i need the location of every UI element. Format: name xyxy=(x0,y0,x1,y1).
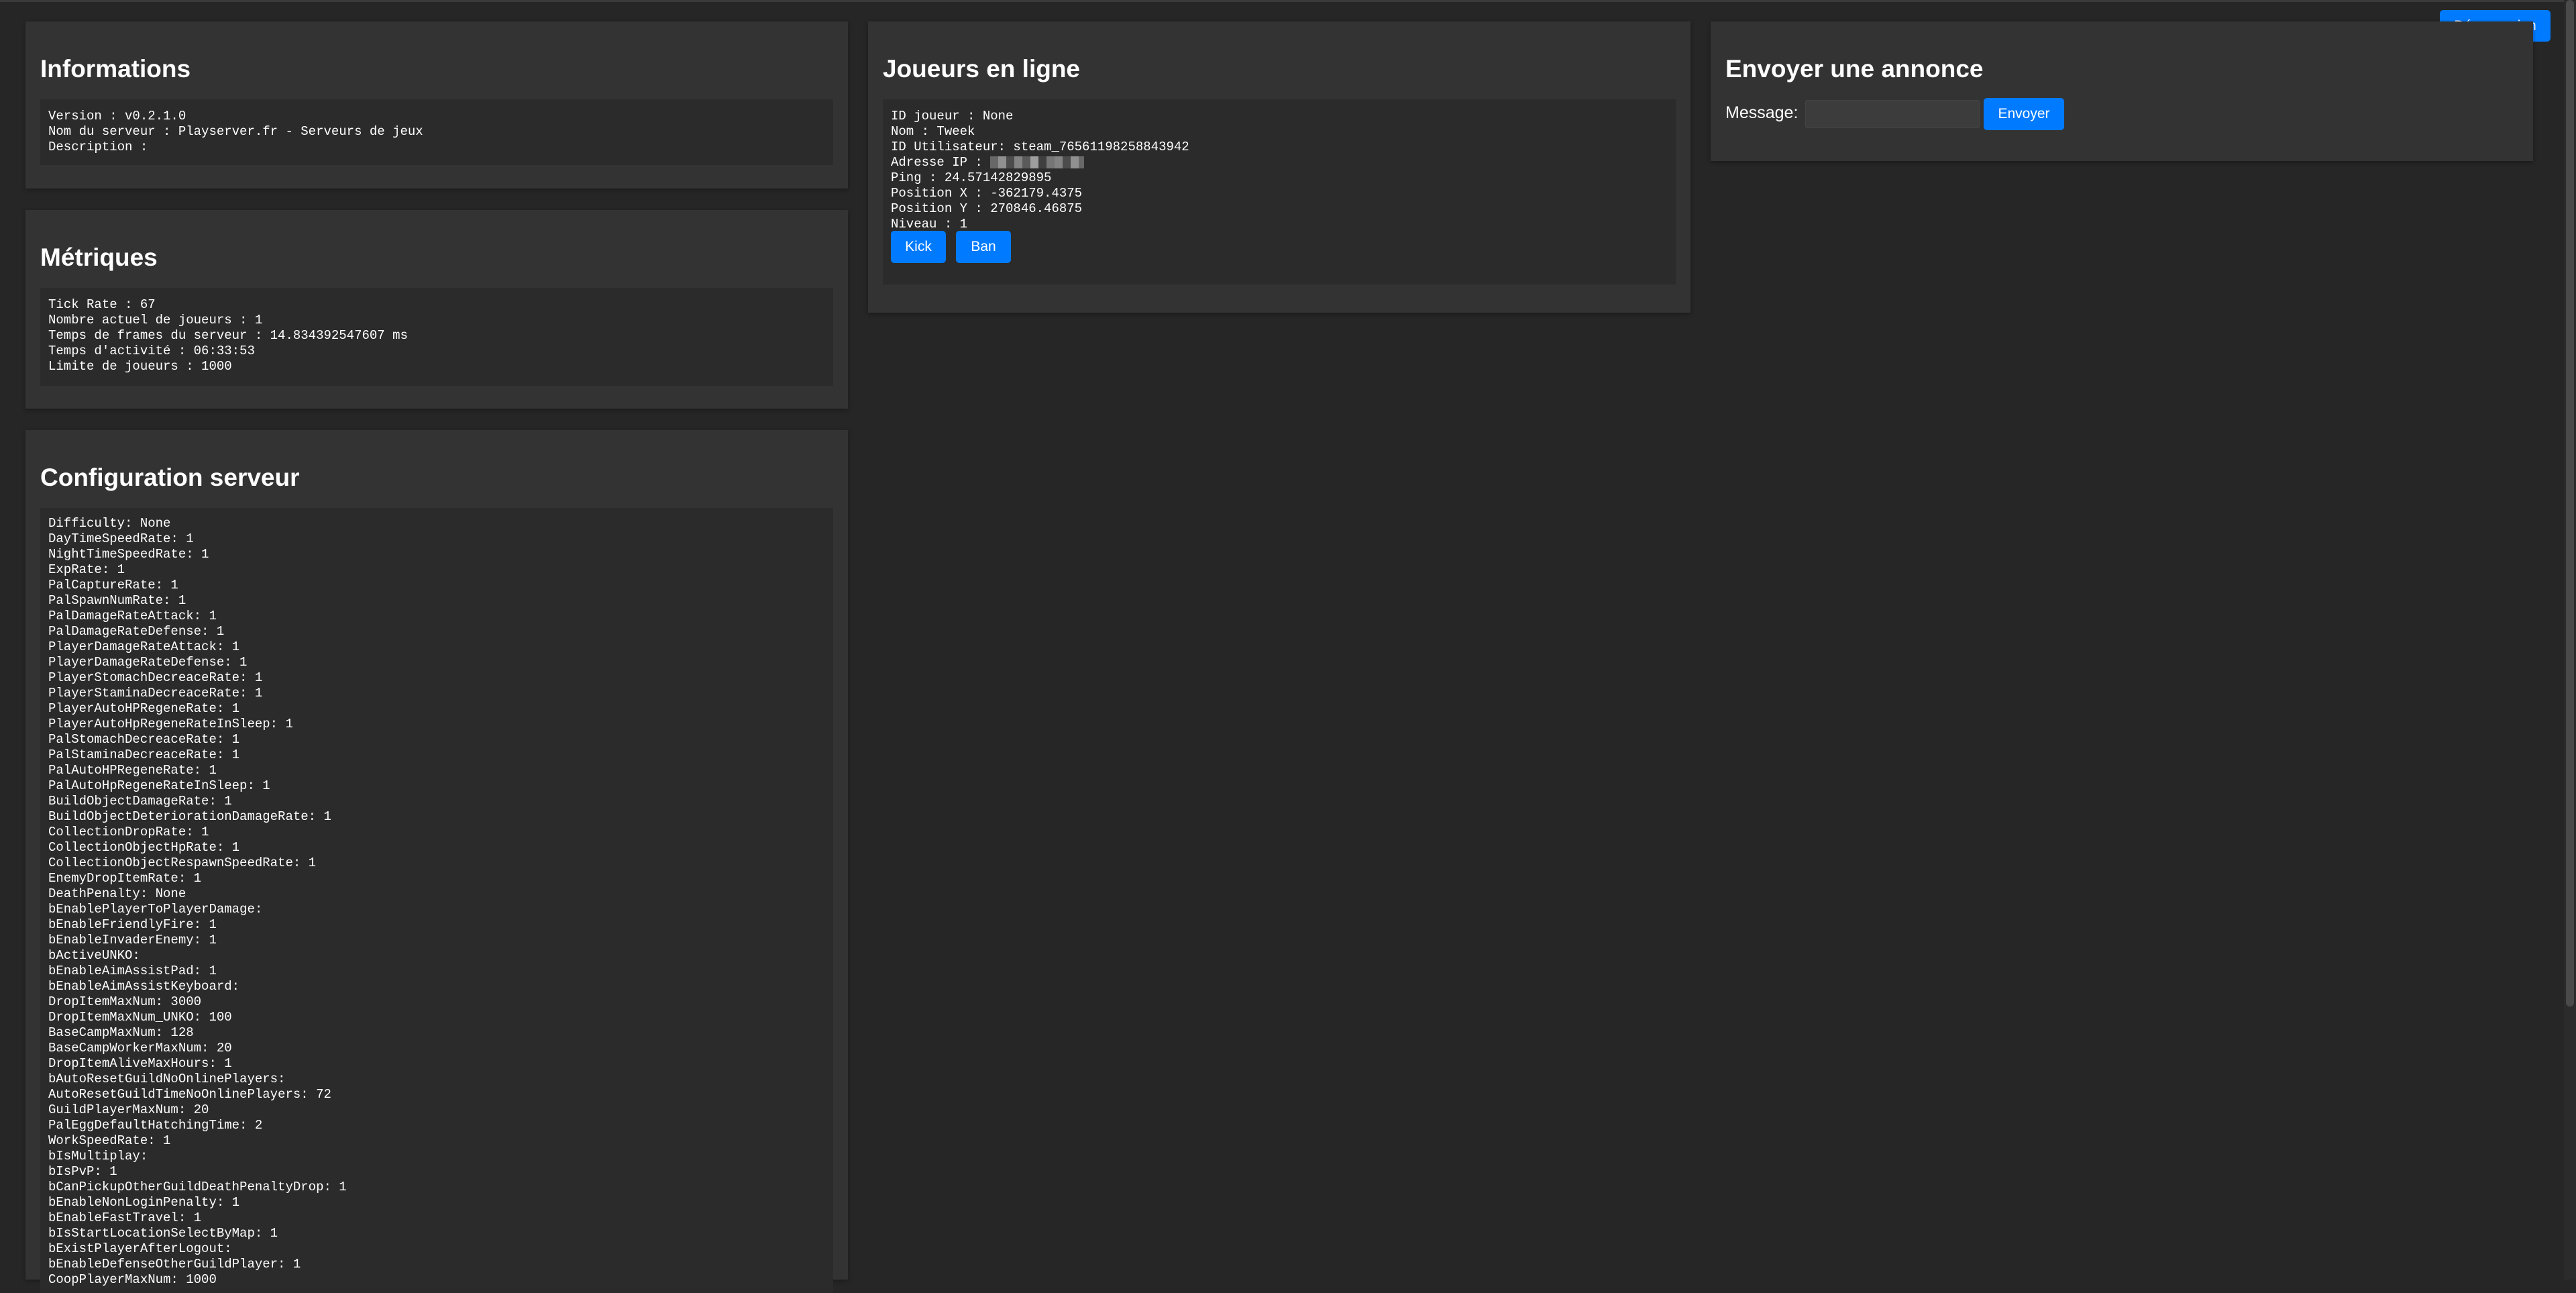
announcement-title: Envoyer une annonce xyxy=(1725,55,1984,83)
page-scrollbar-thumb[interactable] xyxy=(2566,0,2574,1006)
server-config-box[interactable]: Difficulty: None DayTimeSpeedRate: 1 Night… xyxy=(40,508,833,1293)
config-line: BaseCampWorkerMaxNum: 20 xyxy=(48,1041,232,1055)
config-line: WorkSpeedRate: 1 xyxy=(48,1133,171,1148)
info-version: Version : v0.2.1.0 xyxy=(48,109,186,123)
metric-player-limit: Limite de joueurs : 1000 xyxy=(48,359,232,374)
config-line: bIsPvP: 1 xyxy=(48,1164,117,1179)
server-config-title: Configuration serveur xyxy=(40,464,300,491)
config-line: BuildObjectDamageRate: 1 xyxy=(48,794,232,809)
config-line: PalEggDefaultHatchingTime: 2 xyxy=(48,1118,263,1133)
config-line: PalSpawnNumRate: 1 xyxy=(48,593,186,608)
info-description: Description : xyxy=(48,140,148,154)
config-line: bEnableAimAssistKeyboard: xyxy=(48,979,240,994)
config-line: bEnableFastTravel: 1 xyxy=(48,1210,202,1225)
player-level: Niveau : 1 xyxy=(891,217,968,231)
redacted-ip-mosaic xyxy=(990,156,1085,168)
send-button[interactable]: Envoyer xyxy=(1984,98,2064,130)
config-line: bIsMultiplay: xyxy=(48,1149,148,1163)
metric-uptime: Temps d'activité : 06:33:53 xyxy=(48,344,255,358)
metrics-title: Métriques xyxy=(40,244,158,271)
server-config-card: Configuration serveur Difficulty: None Da… xyxy=(25,430,848,1293)
info-server-name: Nom du serveur : Playserver.fr - Serveur… xyxy=(48,124,423,139)
config-line: DropItemAliveMaxHours: 1 xyxy=(48,1056,232,1071)
config-line: PalAutoHpRegeneRateInSleep: 1 xyxy=(48,778,270,793)
announcement-card: Envoyer une annonce Message: Envoyer xyxy=(1711,21,2533,161)
metric-player-count: Nombre actuel de joueurs : 1 xyxy=(48,313,263,327)
message-input[interactable] xyxy=(1805,100,1980,128)
online-players-title: Joueurs en ligne xyxy=(883,55,1081,83)
informations-title: Informations xyxy=(40,55,191,83)
informations-box: Version : v0.2.1.0 Nom du serveur : Play… xyxy=(40,99,833,165)
config-line: bEnableFriendlyFire: 1 xyxy=(48,917,217,932)
config-line: DeathPenalty: None xyxy=(48,886,186,901)
top-border xyxy=(0,0,2576,2)
player-position-y: Position Y : 270846.46875 xyxy=(891,201,1083,216)
config-line: PlayerDamageRateDefense: 1 xyxy=(48,655,248,670)
config-line: PalDamageRateAttack: 1 xyxy=(48,609,217,623)
config-line: CoopPlayerMaxNum: 1000 xyxy=(48,1272,217,1287)
config-line: AutoResetGuildTimeNoOnlinePlayers: 72 xyxy=(48,1087,331,1102)
config-line: DayTimeSpeedRate: 1 xyxy=(48,531,194,546)
config-line: PlayerAutoHPRegeneRate: 1 xyxy=(48,701,240,716)
metrics-box: Tick Rate : 67 Nombre actuel de joueurs … xyxy=(40,288,833,386)
config-line: EnemyDropItemRate: 1 xyxy=(48,871,202,886)
config-line: bExistPlayerAfterLogout: xyxy=(48,1241,232,1256)
config-line: bAutoResetGuildNoOnlinePlayers: xyxy=(48,1072,286,1086)
config-line: BuildObjectDeteriorationDamageRate: 1 xyxy=(48,809,331,824)
kick-button[interactable]: Kick xyxy=(891,231,946,263)
config-line: PalStomachDecreaceRate: 1 xyxy=(48,732,240,747)
config-line: CollectionObjectHpRate: 1 xyxy=(48,840,240,855)
ban-button[interactable]: Ban xyxy=(956,231,1011,263)
config-line: bEnableAimAssistPad: 1 xyxy=(48,964,217,978)
config-line: ExpRate: 1 xyxy=(48,562,125,577)
config-line: PalAutoHPRegeneRate: 1 xyxy=(48,763,217,778)
config-line: PlayerAutoHpRegeneRateInSleep: 1 xyxy=(48,717,293,731)
config-line: Difficulty: None xyxy=(48,516,171,531)
config-line: PalStaminaDecreaceRate: 1 xyxy=(48,747,240,762)
config-line: bEnableNonLoginPenalty: 1 xyxy=(48,1195,240,1210)
config-line: BaseCampMaxNum: 128 xyxy=(48,1025,194,1040)
config-line: CollectionObjectRespawnSpeedRate: 1 xyxy=(48,856,317,870)
player-position-x: Position X : -362179.4375 xyxy=(891,186,1083,201)
player-id: ID joueur : None xyxy=(891,109,1014,123)
config-line: DropItemMaxNum_UNKO: 100 xyxy=(48,1010,232,1025)
metrics-card: Métriques Tick Rate : 67 Nombre actuel d… xyxy=(25,210,848,409)
config-line: bIsStartLocationSelectByMap: 1 xyxy=(48,1226,278,1241)
config-line: bCanPickupOtherGuildDeathPenaltyDrop: 1 xyxy=(48,1180,347,1194)
online-players-card: Joueurs en ligne ID joueur : None Nom : … xyxy=(868,21,1690,313)
config-line: PlayerStaminaDecreaceRate: 1 xyxy=(48,686,263,701)
config-line: PalCaptureRate: 1 xyxy=(48,578,178,592)
player-ip-label: Adresse IP : xyxy=(891,155,991,170)
metric-frame-time: Temps de frames du serveur : 14.83439254… xyxy=(48,328,408,343)
config-line: PlayerDamageRateAttack: 1 xyxy=(48,639,240,654)
informations-card: Informations Version : v0.2.1.0 Nom du s… xyxy=(25,21,848,189)
config-line: PlayerStomachDecreaceRate: 1 xyxy=(48,670,263,685)
config-line: GuildPlayerMaxNum: 20 xyxy=(48,1102,209,1117)
metric-tick-rate: Tick Rate : 67 xyxy=(48,297,156,312)
player-ping: Ping : 24.57142829895 xyxy=(891,170,1052,185)
config-line: bActiveUNKO: xyxy=(48,948,140,963)
player-ip: Adresse IP : xyxy=(891,155,1668,170)
config-line: NightTimeSpeedRate: 1 xyxy=(48,547,209,562)
player-name: Nom : Tweek xyxy=(891,124,975,139)
config-line: bEnableInvaderEnemy: 1 xyxy=(48,933,217,947)
message-label: Message: xyxy=(1725,103,1799,122)
config-line: CollectionDropRate: 1 xyxy=(48,825,209,839)
config-line: DropItemMaxNum: 3000 xyxy=(48,994,202,1009)
player-user-id: ID Utilisateur: steam_76561198258843942 xyxy=(891,140,1189,154)
config-line: PalDamageRateDefense: 1 xyxy=(48,624,225,639)
config-line: bEnablePlayerToPlayerDamage: xyxy=(48,902,263,917)
config-line: bEnableDefenseOtherGuildPlayer: 1 xyxy=(48,1257,301,1272)
